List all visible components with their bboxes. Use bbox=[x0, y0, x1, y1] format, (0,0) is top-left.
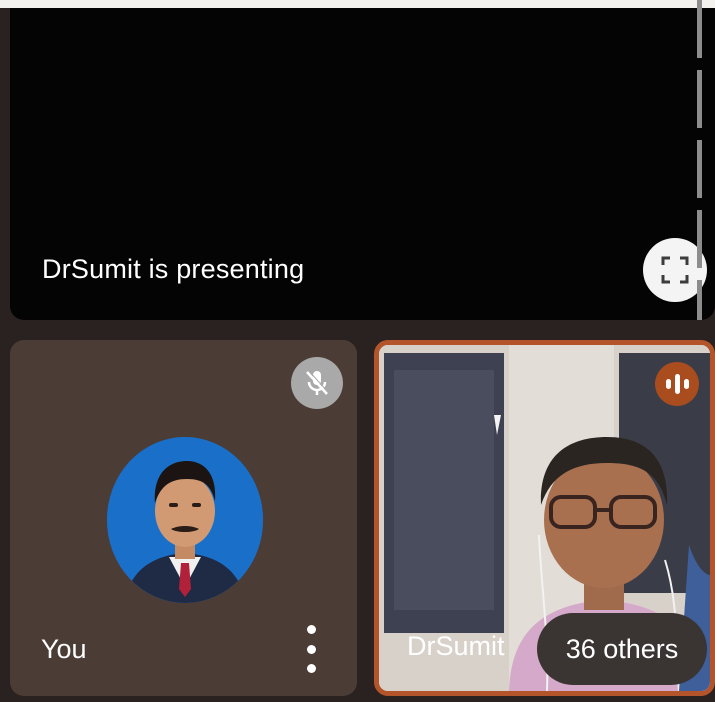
mic-off-indicator bbox=[291, 357, 343, 409]
speaking-indicator-icon bbox=[665, 379, 671, 389]
presenting-label: DrSumit is presenting bbox=[42, 254, 305, 284]
presenter-name-label: DrSumit bbox=[407, 631, 505, 661]
avatar bbox=[107, 437, 263, 603]
mic-off-icon bbox=[306, 370, 329, 395]
self-name-label: You bbox=[41, 634, 87, 664]
more-options-button[interactable] bbox=[300, 625, 322, 673]
others-participants-button[interactable]: 36 others bbox=[537, 613, 707, 685]
self-tile[interactable]: You bbox=[10, 340, 357, 696]
top-edge bbox=[0, 0, 715, 8]
more-vert-icon bbox=[306, 625, 316, 634]
fullscreen-icon bbox=[661, 256, 689, 284]
scrollbar[interactable] bbox=[697, 0, 702, 320]
speaking-indicator bbox=[655, 362, 699, 406]
presentation-area[interactable]: DrSumit is presenting bbox=[10, 8, 715, 320]
